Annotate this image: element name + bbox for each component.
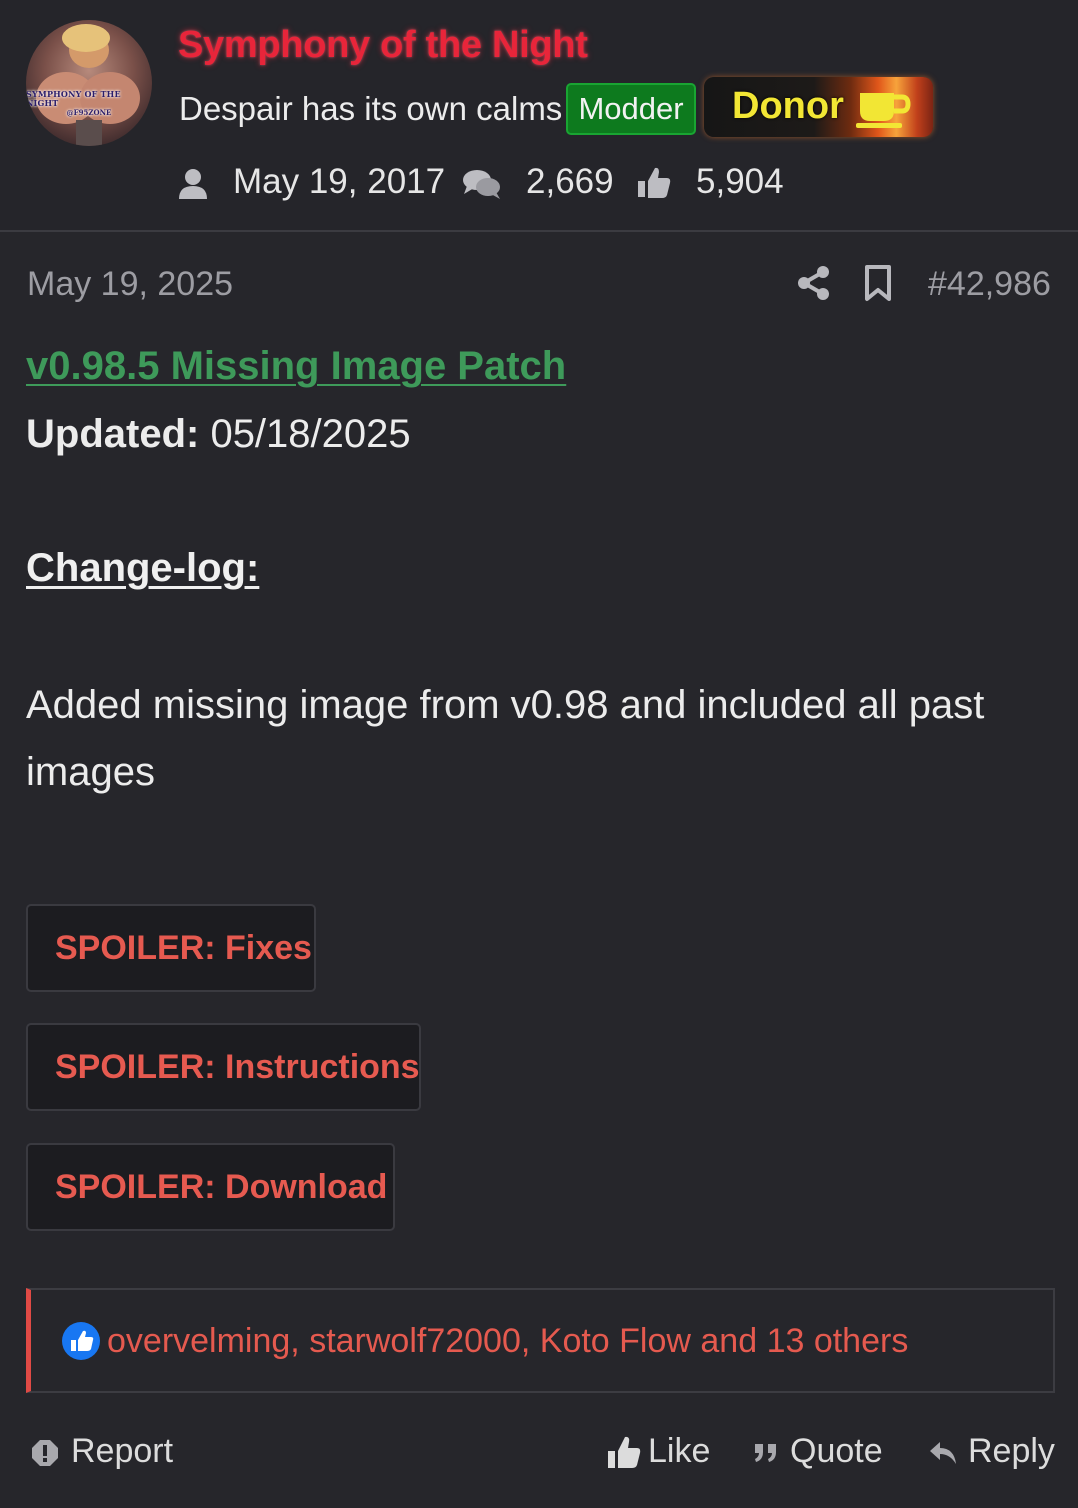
spoiler-fixes-button[interactable]: SPOILER: Fixes: [26, 904, 316, 992]
like-reaction-icon: [62, 1322, 100, 1360]
reaction-users[interactable]: overvelming, starwolf72000, Koto Flow an…: [107, 1322, 908, 1361]
report-button[interactable]: Report: [71, 1432, 173, 1471]
bookmark-icon[interactable]: [863, 264, 893, 302]
avatar-banner-line2: @F95ZONE: [66, 107, 112, 117]
updated-line: Updated: 05/18/2025: [26, 412, 411, 457]
thumbs-up-icon: [638, 167, 671, 198]
updated-label: Updated:: [26, 412, 200, 456]
changelog-heading: Change-log:: [26, 546, 260, 590]
author-header: SYMPHONY OF THE NIGHT @F95ZONE Symphony …: [0, 0, 1078, 232]
reply-button[interactable]: Reply: [968, 1432, 1055, 1471]
user-title: Despair has its own calms: [179, 90, 563, 127]
spoiler-download-button[interactable]: SPOILER: Download: [26, 1143, 395, 1231]
changelog-text: Added missing image from v0.98 and inclu…: [26, 683, 985, 794]
spoiler-instructions-button[interactable]: SPOILER: Instructions: [26, 1023, 421, 1111]
report-icon: [32, 1440, 58, 1466]
donor-badge-label: Donor: [732, 85, 844, 127]
patch-link[interactable]: v0.98.5 Missing Image Patch: [26, 344, 566, 389]
donor-badge: Donor: [704, 77, 933, 137]
post-number[interactable]: #42,986: [928, 265, 1051, 304]
author-stats: May 19, 2017 2,669 5,904: [176, 160, 876, 204]
joined-date: May 19, 2017: [233, 162, 446, 201]
comments-icon: [463, 170, 500, 199]
avatar-banner: SYMPHONY OF THE NIGHT @F95ZONE: [26, 88, 152, 117]
updated-date: 05/18/2025: [199, 412, 411, 456]
like-button[interactable]: Like: [648, 1432, 710, 1471]
message-count: 2,669: [526, 162, 614, 201]
reply-icon: [930, 1442, 956, 1464]
quote-icon: [755, 1444, 776, 1462]
avatar[interactable]: SYMPHONY OF THE NIGHT @F95ZONE: [26, 20, 152, 146]
quote-button[interactable]: Quote: [790, 1432, 883, 1471]
reactions-bar: overvelming, starwolf72000, Koto Flow an…: [26, 1288, 1055, 1393]
reaction-score: 5,904: [696, 162, 784, 201]
username[interactable]: Symphony of the Night: [178, 24, 588, 67]
modder-badge: Modder: [566, 83, 696, 135]
user-icon: [179, 169, 207, 199]
avatar-banner-line1: SYMPHONY OF THE NIGHT: [26, 88, 121, 108]
avatar-figure: [36, 24, 140, 146]
post-date[interactable]: May 19, 2025: [27, 265, 233, 304]
coffee-cup-icon: [856, 93, 911, 128]
like-icon: [608, 1436, 641, 1468]
share-icon[interactable]: [796, 264, 832, 302]
